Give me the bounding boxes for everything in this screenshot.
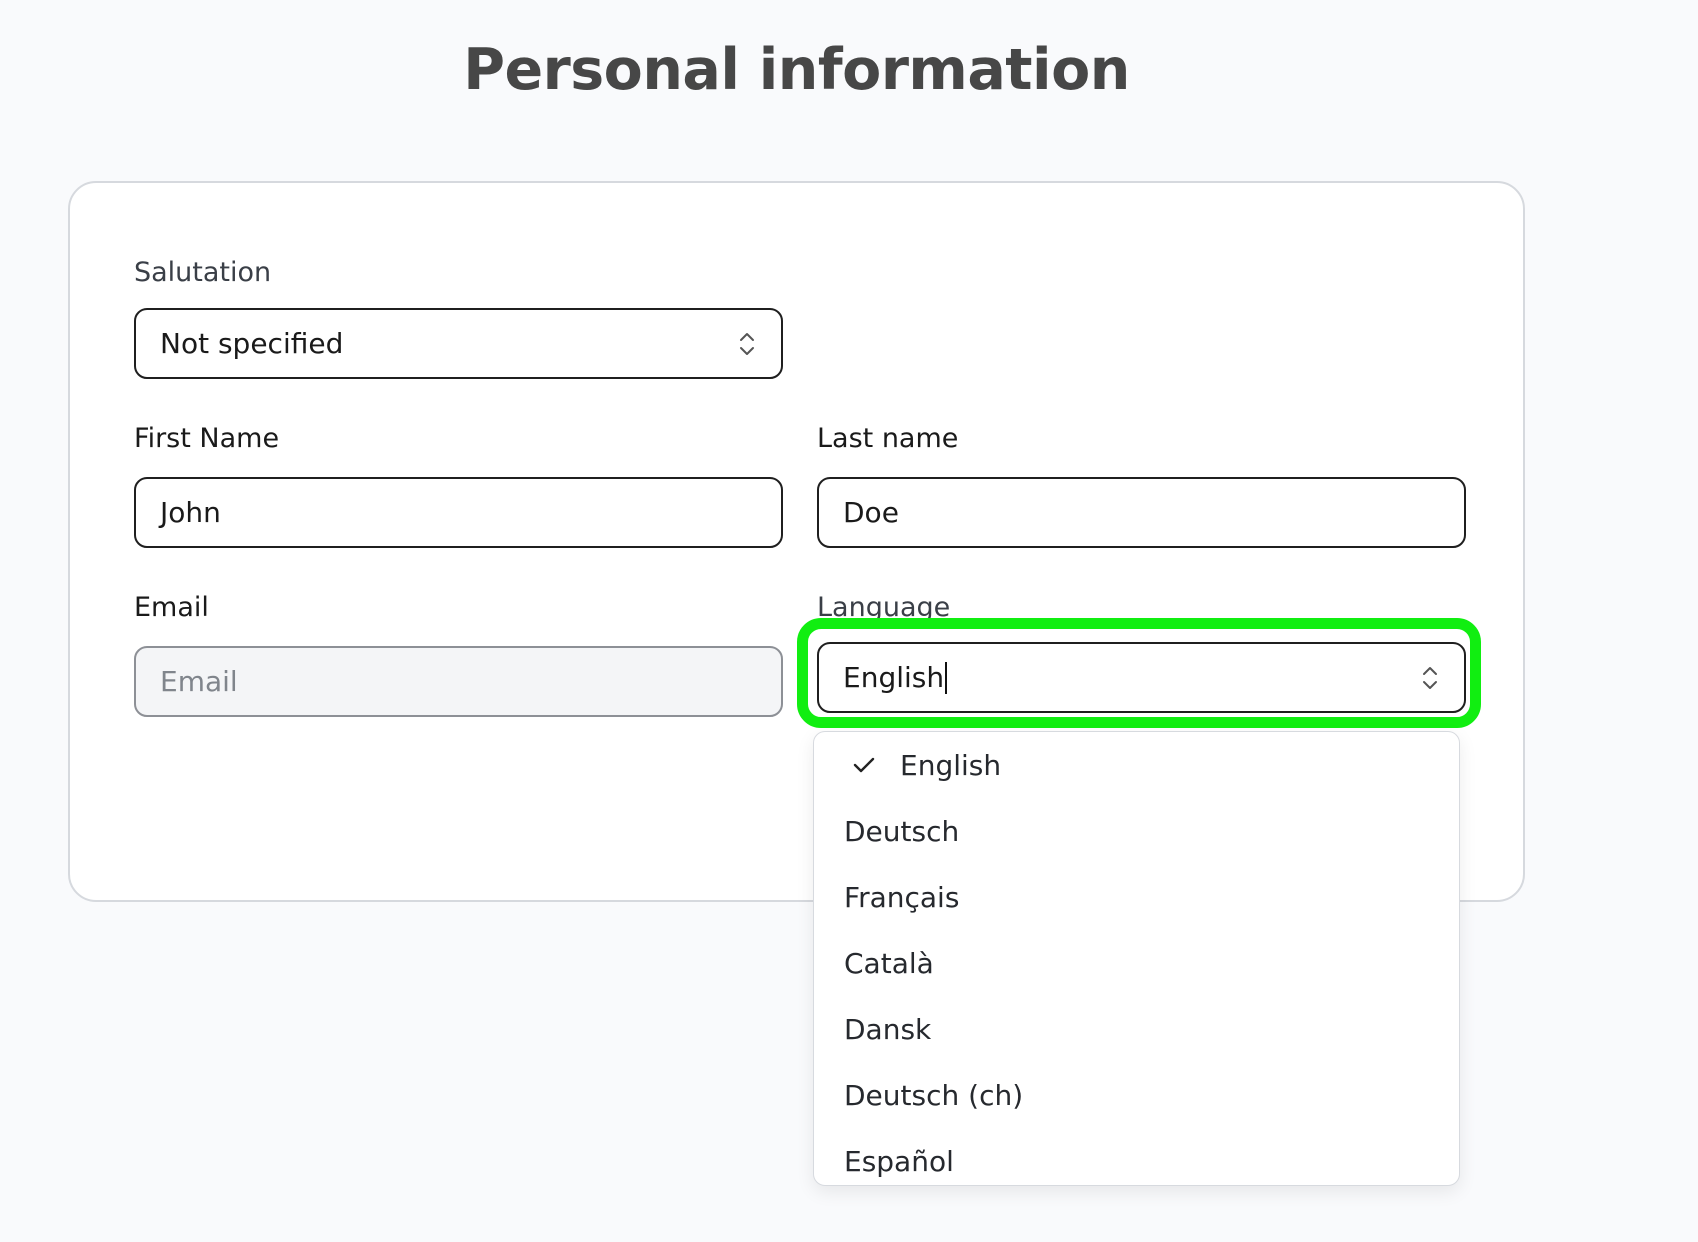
language-value: English <box>843 661 945 694</box>
check-icon <box>853 757 875 773</box>
email-input[interactable]: Email <box>134 646 783 717</box>
salutation-label: Salutation <box>134 257 272 288</box>
language-option-label: Deutsch <box>844 814 960 848</box>
language-option-deutsch-ch[interactable]: Deutsch (ch) <box>814 1062 1459 1128</box>
first-name-input[interactable]: John <box>134 477 783 548</box>
last-name-input[interactable]: Doe <box>817 477 1466 548</box>
first-name-label: First Name <box>134 423 280 454</box>
language-option-label: English <box>900 748 1002 782</box>
last-name-value: Doe <box>843 496 899 529</box>
chevron-up-down-icon <box>740 332 754 355</box>
language-option-label: Català <box>844 946 934 980</box>
language-option-label: Deutsch (ch) <box>844 1078 1024 1112</box>
language-label: Language <box>817 592 951 623</box>
language-option-deutsch[interactable]: Deutsch <box>814 798 1459 864</box>
language-option-espanol[interactable]: Español <box>814 1128 1459 1185</box>
language-dropdown[interactable]: English Deutsch Français Català Dansk De… <box>813 731 1460 1186</box>
text-caret <box>945 661 948 694</box>
language-option-dansk[interactable]: Dansk <box>814 996 1459 1062</box>
language-option-catala[interactable]: Català <box>814 930 1459 996</box>
last-name-label: Last name <box>817 423 959 454</box>
first-name-value: John <box>160 496 221 529</box>
email-label: Email <box>134 592 209 623</box>
language-option-label: Español <box>844 1144 954 1178</box>
email-placeholder: Email <box>160 665 238 698</box>
language-option-label: Dansk <box>844 1012 932 1046</box>
salutation-select[interactable]: Not specified <box>134 308 783 379</box>
language-combobox[interactable]: English <box>817 642 1466 713</box>
language-option-english[interactable]: English <box>814 732 1459 798</box>
language-option-label: Français <box>844 880 960 914</box>
salutation-value: Not specified <box>160 327 344 360</box>
page-title: Personal information <box>463 37 1130 103</box>
language-option-francais[interactable]: Français <box>814 864 1459 930</box>
chevron-up-down-icon <box>1423 666 1437 689</box>
